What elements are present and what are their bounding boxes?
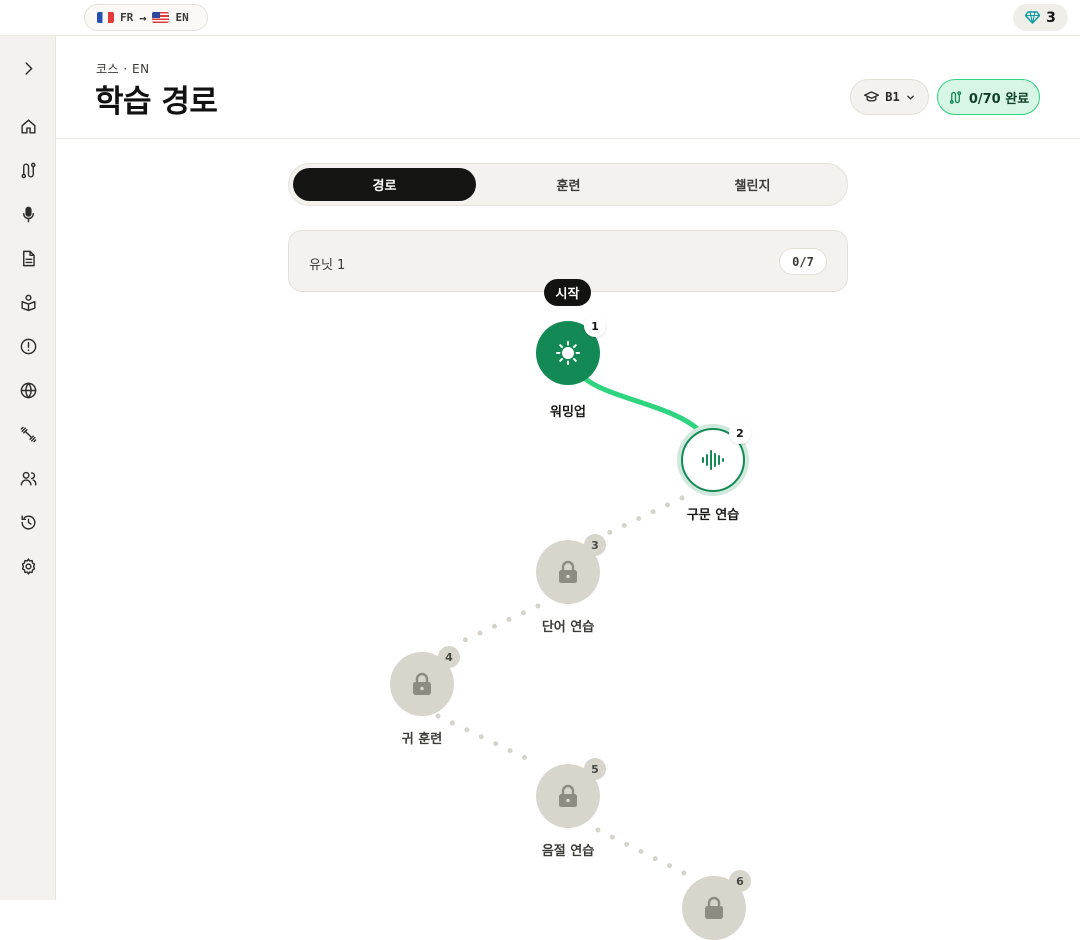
lock-icon xyxy=(413,672,431,695)
lesson-label: 단어 연습 xyxy=(541,620,595,635)
lesson-number: 4 xyxy=(438,646,460,668)
lesson-label: 음절 연습 xyxy=(541,844,595,859)
lesson-number: 2 xyxy=(729,422,751,444)
start-badge: 시작 xyxy=(544,279,591,306)
sun-icon xyxy=(556,341,580,365)
lesson-label: 구문 연습 xyxy=(686,508,740,523)
lesson-label: 워밍업 xyxy=(550,405,586,420)
lock-icon xyxy=(559,560,577,583)
lesson-path-connectors xyxy=(435,375,705,877)
lock-icon xyxy=(559,784,577,807)
lesson-label: 귀 훈련 xyxy=(401,732,443,747)
soundwave-icon xyxy=(702,450,724,470)
lesson-number: 1 xyxy=(584,315,606,337)
lesson-number: 3 xyxy=(584,534,606,556)
lesson-number: 5 xyxy=(584,758,606,780)
lesson-number: 6 xyxy=(729,870,751,892)
